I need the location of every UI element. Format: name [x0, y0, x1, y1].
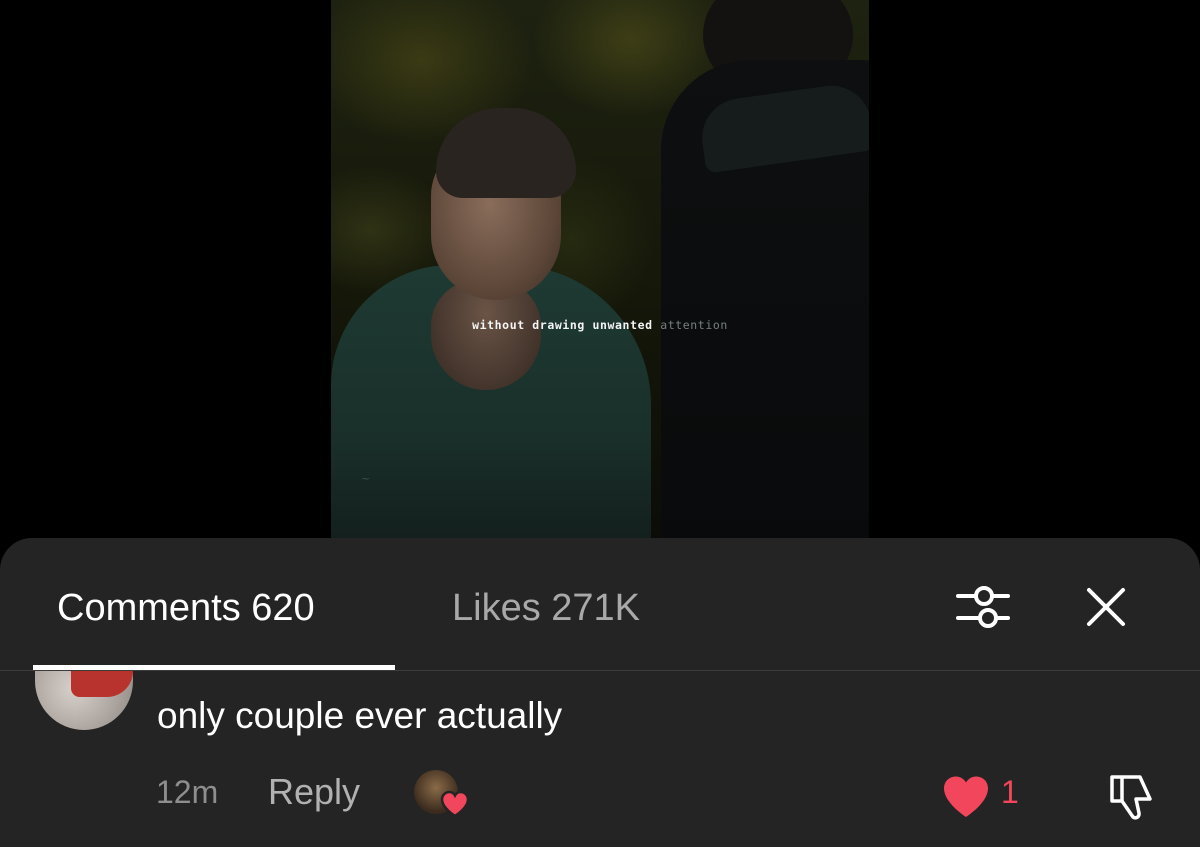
comment-text: only couple ever actually	[157, 695, 563, 736]
filter-button[interactable]	[954, 582, 1012, 632]
video-caption-faded: attention	[660, 318, 728, 332]
video-player[interactable]: without drawing unwanted attention ~	[331, 0, 869, 545]
avatar-detail	[71, 671, 133, 697]
reply-button[interactable]: Reply	[268, 771, 360, 813]
heart-icon	[944, 776, 988, 817]
creator-liked-heart-icon	[440, 790, 470, 818]
close-icon	[1087, 588, 1125, 626]
like-count: 1	[1001, 774, 1019, 810]
commenter-avatar[interactable]	[35, 671, 133, 730]
filter-sliders-icon	[956, 586, 1010, 628]
video-caption-main: without drawing unwanted	[472, 318, 653, 332]
tabs-divider	[0, 670, 1200, 671]
dislike-button[interactable]	[1106, 769, 1158, 823]
tab-likes[interactable]: Likes 271K	[452, 587, 640, 630]
video-caption: without drawing unwanted attention	[331, 318, 869, 332]
dislike-icon	[1110, 775, 1152, 820]
video-figure-left-hair	[436, 108, 576, 198]
comment-timestamp: 12m	[156, 774, 219, 810]
tab-comments[interactable]: Comments 620	[57, 587, 315, 630]
like-button[interactable]	[941, 774, 991, 820]
video-watermark: ~	[361, 472, 371, 485]
close-button[interactable]	[1083, 584, 1129, 630]
comments-sheet: Comments 620 Likes 271K only couple ever…	[0, 538, 1200, 847]
